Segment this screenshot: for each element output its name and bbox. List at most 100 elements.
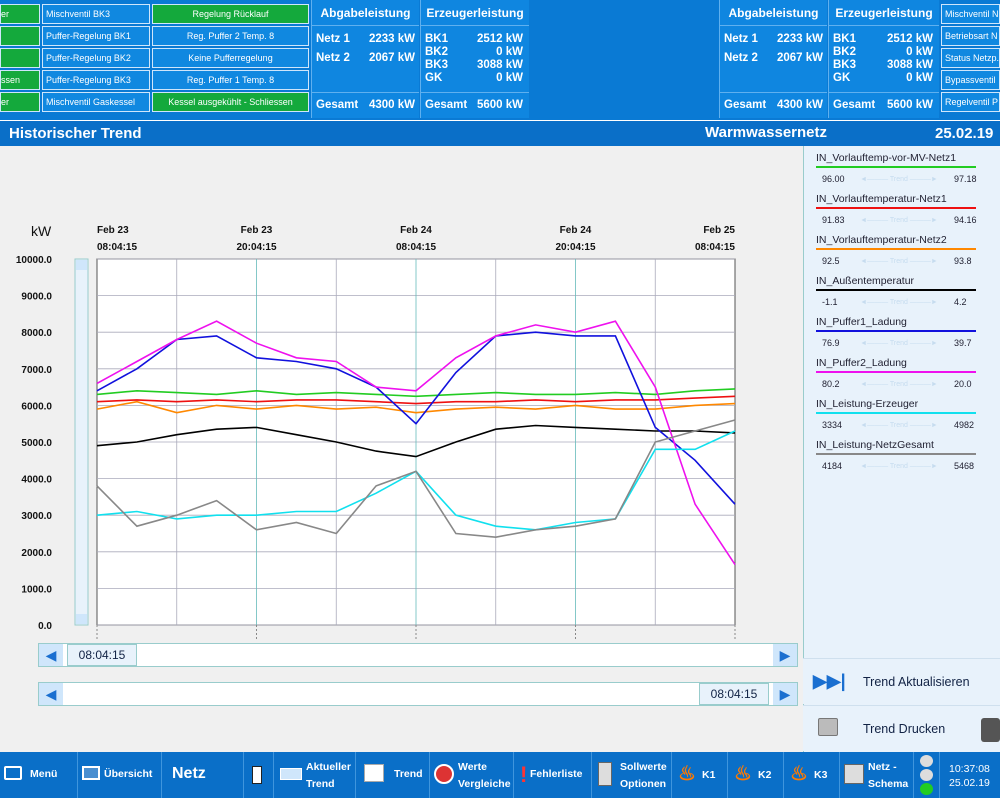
legend-min: 92.5: [822, 256, 840, 266]
k1-button[interactable]: ♨ K1: [672, 752, 728, 798]
abgabe-row-value: 2233 kW: [368, 33, 415, 45]
abgabe-title: Abgabeleistung: [720, 0, 827, 26]
trend-update-button[interactable]: ▶▶| Trend Aktualisieren: [803, 658, 1000, 704]
scroll-end-time[interactable]: 08:04:15: [699, 683, 769, 705]
legend-item[interactable]: IN_Vorlauftemp-vor-MV-Netz1 96.00 ◄——— Tre…: [804, 148, 1000, 190]
status-label-mischventil-bk3[interactable]: Mischventil BK3: [42, 4, 150, 24]
time-scrollbar-2[interactable]: ◀ 08:04:15 ▶: [38, 682, 798, 706]
right-status-4[interactable]: Bypassventil: [941, 70, 1000, 90]
right-status-1[interactable]: Mischventil N: [941, 4, 1000, 24]
legend-item[interactable]: IN_Puffer1_Ladung 76.9 ◄——— Trend ———► 39.7: [804, 312, 1000, 354]
scroll-right-arrow-icon[interactable]: ▶: [773, 644, 797, 666]
status-prefix-4[interactable]: ssen: [0, 70, 40, 90]
time-scrollbar-1[interactable]: ◀ 08:04:15 ▶: [38, 643, 798, 667]
legend-item[interactable]: IN_Puffer2_Ladung 80.2 ◄——— Trend ———► 20.0: [804, 353, 1000, 395]
legend-trend-slider[interactable]: ◄——— Trend ———►: [854, 217, 944, 225]
legend-item[interactable]: IN_Vorlauftemperatur-Netz1 91.83 ◄——— Tren…: [804, 189, 1000, 231]
overview-button[interactable]: Übersicht: [78, 752, 162, 798]
status-prefix-1[interactable]: er: [0, 4, 40, 24]
legend-name: IN_Leistung-NetzGesamt: [816, 439, 934, 451]
legend-item[interactable]: IN_Leistung-Erzeuger 3334 ◄——— Trend ———► 4…: [804, 394, 1000, 436]
legend-trend-slider[interactable]: ◄——— Trend ———►: [854, 176, 944, 184]
k3-button[interactable]: ♨ K3: [784, 752, 840, 798]
status-label-puffer-bk3[interactable]: Puffer-Regelung BK3: [42, 70, 150, 90]
network-schema-button[interactable]: Netz - Schema: [840, 752, 914, 798]
y-tick-label: 8000.0: [21, 328, 52, 339]
scroll-left-arrow-icon[interactable]: ◀: [39, 644, 63, 666]
total-label: Gesamt: [425, 99, 468, 111]
status-prefix-2[interactable]: [0, 26, 40, 46]
legend-max: 4982: [954, 420, 975, 430]
legend-trend-slider[interactable]: ◄——— Trend ———►: [854, 463, 944, 471]
total-value: 4300 kW: [368, 99, 415, 111]
trend-print-button[interactable]: Trend Drucken: [803, 705, 1000, 751]
abgabe-row-key: Netz 1: [724, 33, 758, 45]
legend-line: [816, 289, 976, 291]
printer-icon: [818, 718, 838, 736]
status-prefix-5[interactable]: er: [0, 92, 40, 112]
status-state-mischventil-bk3[interactable]: Regelung Rücklauf: [152, 4, 309, 24]
clock: 10:37:08 25.02.19: [940, 752, 1000, 798]
status-state-puffer-bk1[interactable]: Reg. Puffer 2 Temp. 8: [152, 26, 309, 46]
status-state-puffer-bk2[interactable]: Keine Pufferregelung: [152, 48, 309, 68]
compare-values-button[interactable]: Werte Vergleiche: [430, 752, 514, 798]
scroll-right-arrow-icon[interactable]: ▶: [773, 683, 797, 705]
status-prefix-3[interactable]: [0, 48, 40, 68]
abgabe-row-key: Netz 2: [316, 52, 350, 64]
scroll-handle-icon[interactable]: [981, 718, 1000, 742]
legend-item[interactable]: IN_Vorlauftemperatur-Netz2 92.5 ◄——— Trend…: [804, 230, 1000, 272]
legend-trend-slider[interactable]: ◄——— Trend ———►: [854, 422, 944, 430]
status-label-puffer-bk1[interactable]: Puffer-Regelung BK1: [42, 26, 150, 46]
legend-trend-slider[interactable]: ◄——— Trend ———►: [854, 340, 944, 348]
current-trend-label-1: Aktueller: [306, 761, 351, 773]
legend-item[interactable]: IN_Außentemperatur -1.1 ◄——— Trend ———► 4.2: [804, 271, 1000, 313]
erzeuger-row-key: GK: [833, 72, 851, 84]
abgabe-row-value: 2067 kW: [776, 52, 823, 64]
section-label-box: Netz: [162, 752, 244, 798]
pointer-button[interactable]: [244, 752, 274, 798]
compare-label-1: Werte: [458, 761, 487, 773]
y-tick-label: 1000.0: [21, 584, 52, 595]
abgabe-panel-left: Abgabeleistung Netz 1 2233 kW Netz 2 206…: [311, 0, 419, 118]
setpoints-label-2: Optionen: [620, 778, 667, 790]
erzeuger-panel-left: Erzeugerleistung BK1 2512 kW BK2 0 kW BK…: [420, 0, 529, 118]
legend-max: 94.16: [954, 215, 977, 225]
fast-forward-icon: ▶▶|: [813, 671, 846, 691]
right-status-5[interactable]: Regelventil P: [941, 92, 1000, 112]
right-status-2[interactable]: Betriebsart N: [941, 26, 1000, 46]
status-state-puffer-bk3[interactable]: Reg. Puffer 1 Temp. 8: [152, 70, 309, 90]
scroll-left-arrow-icon[interactable]: ◀: [39, 683, 63, 705]
status-lights: [914, 752, 940, 798]
k2-label: K2: [758, 769, 772, 781]
legend-trend-slider[interactable]: ◄——— Trend ———►: [854, 299, 944, 307]
k2-button[interactable]: ♨ K2: [728, 752, 784, 798]
total-label: Gesamt: [724, 99, 767, 111]
status-label-puffer-bk2[interactable]: Puffer-Regelung BK2: [42, 48, 150, 68]
current-trend-button[interactable]: Aktueller Trend: [274, 752, 356, 798]
menu-button[interactable]: Menü: [0, 752, 78, 798]
scroll-start-time[interactable]: 08:04:15: [67, 644, 137, 666]
overview-label: Übersicht: [104, 768, 153, 780]
x-tick-date: Feb 25: [703, 225, 735, 236]
scroll-down-icon: [76, 614, 87, 624]
abgabe-total: Gesamt 4300 kW: [312, 92, 419, 118]
legend-trend-slider[interactable]: ◄——— Trend ———►: [854, 258, 944, 266]
legend-line: [816, 330, 976, 332]
legend-line: [816, 371, 976, 373]
trend-button[interactable]: Trend: [356, 752, 430, 798]
legend-item[interactable]: IN_Leistung-NetzGesamt 4184 ◄——— Trend ———…: [804, 435, 1000, 477]
legend-min: 91.83: [822, 215, 845, 225]
y-tick-label: 10000.0: [16, 255, 53, 266]
error-list-label: Fehlerliste: [530, 768, 583, 780]
legend-trend-slider[interactable]: ◄——— Trend ———►: [854, 381, 944, 389]
x-tick-time: 20:04:15: [236, 242, 276, 253]
right-status-3[interactable]: Status Netzp.: [941, 48, 1000, 68]
setpoints-button[interactable]: Sollwerte Optionen: [592, 752, 672, 798]
status-state-mischventil-gaskessel[interactable]: Kessel ausgekühlt - Schliessen: [152, 92, 309, 112]
status-label-mischventil-gaskessel[interactable]: Mischventil Gaskessel: [42, 92, 150, 112]
legend-line: [816, 166, 976, 168]
error-list-button[interactable]: ! Fehlerliste: [514, 752, 592, 798]
chart-icon: [364, 764, 384, 782]
legend-min: 76.9: [822, 338, 840, 348]
trend-label: Trend: [394, 768, 423, 780]
